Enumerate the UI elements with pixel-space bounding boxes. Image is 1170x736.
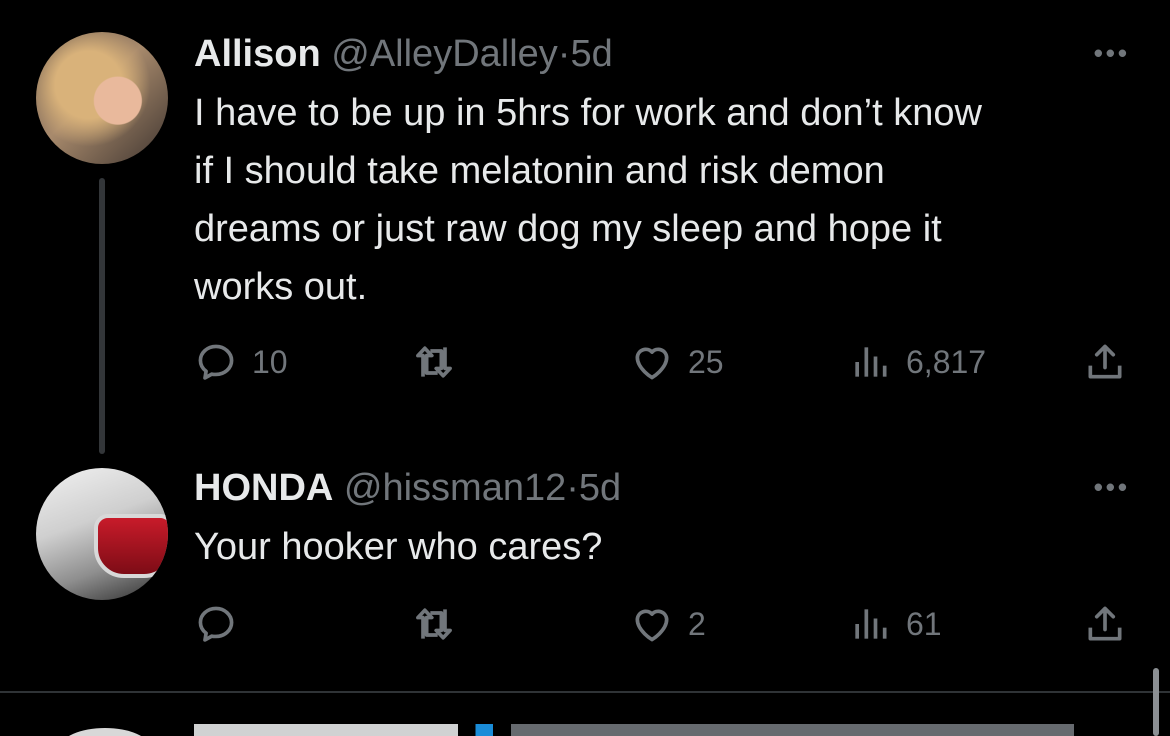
tweet-honda[interactable]: HONDA @hissman12·5d ••• Your hooker who … xyxy=(0,0,1170,690)
tweet-text-line: Your hooker who cares? xyxy=(194,526,603,568)
more-options-icon[interactable]: ••• xyxy=(1094,472,1130,503)
handle[interactable]: @hissman12 xyxy=(344,467,566,509)
next-tweet-avatar[interactable] xyxy=(60,728,150,736)
separator: · xyxy=(566,467,579,509)
share-button[interactable] xyxy=(1083,602,1127,646)
heart-icon xyxy=(635,609,669,642)
honda-logo-icon xyxy=(94,514,168,578)
like-button[interactable]: 2 xyxy=(630,602,706,646)
display-name[interactable]: HONDA xyxy=(194,467,333,509)
reply-button[interactable] xyxy=(194,602,252,646)
views-icon xyxy=(855,609,887,639)
tweet-text: Your hooker who cares? xyxy=(194,518,1144,576)
view-count: 61 xyxy=(906,605,942,642)
next-tweet-header-cutoff xyxy=(194,724,1074,736)
avatar[interactable] xyxy=(36,468,168,600)
tweet-header: HONDA @hissman12·5d xyxy=(194,466,621,510)
views-button[interactable]: 61 xyxy=(848,602,942,646)
like-count: 2 xyxy=(688,605,706,642)
scrollbar[interactable] xyxy=(1153,668,1159,736)
retweet-icon xyxy=(416,608,452,640)
retweet-button[interactable] xyxy=(412,602,470,646)
share-icon xyxy=(1088,606,1122,641)
action-bar: 2 61 xyxy=(0,602,1170,652)
reply-icon xyxy=(198,606,234,642)
timestamp[interactable]: 5d xyxy=(579,467,621,509)
tweet-divider xyxy=(0,691,1170,693)
